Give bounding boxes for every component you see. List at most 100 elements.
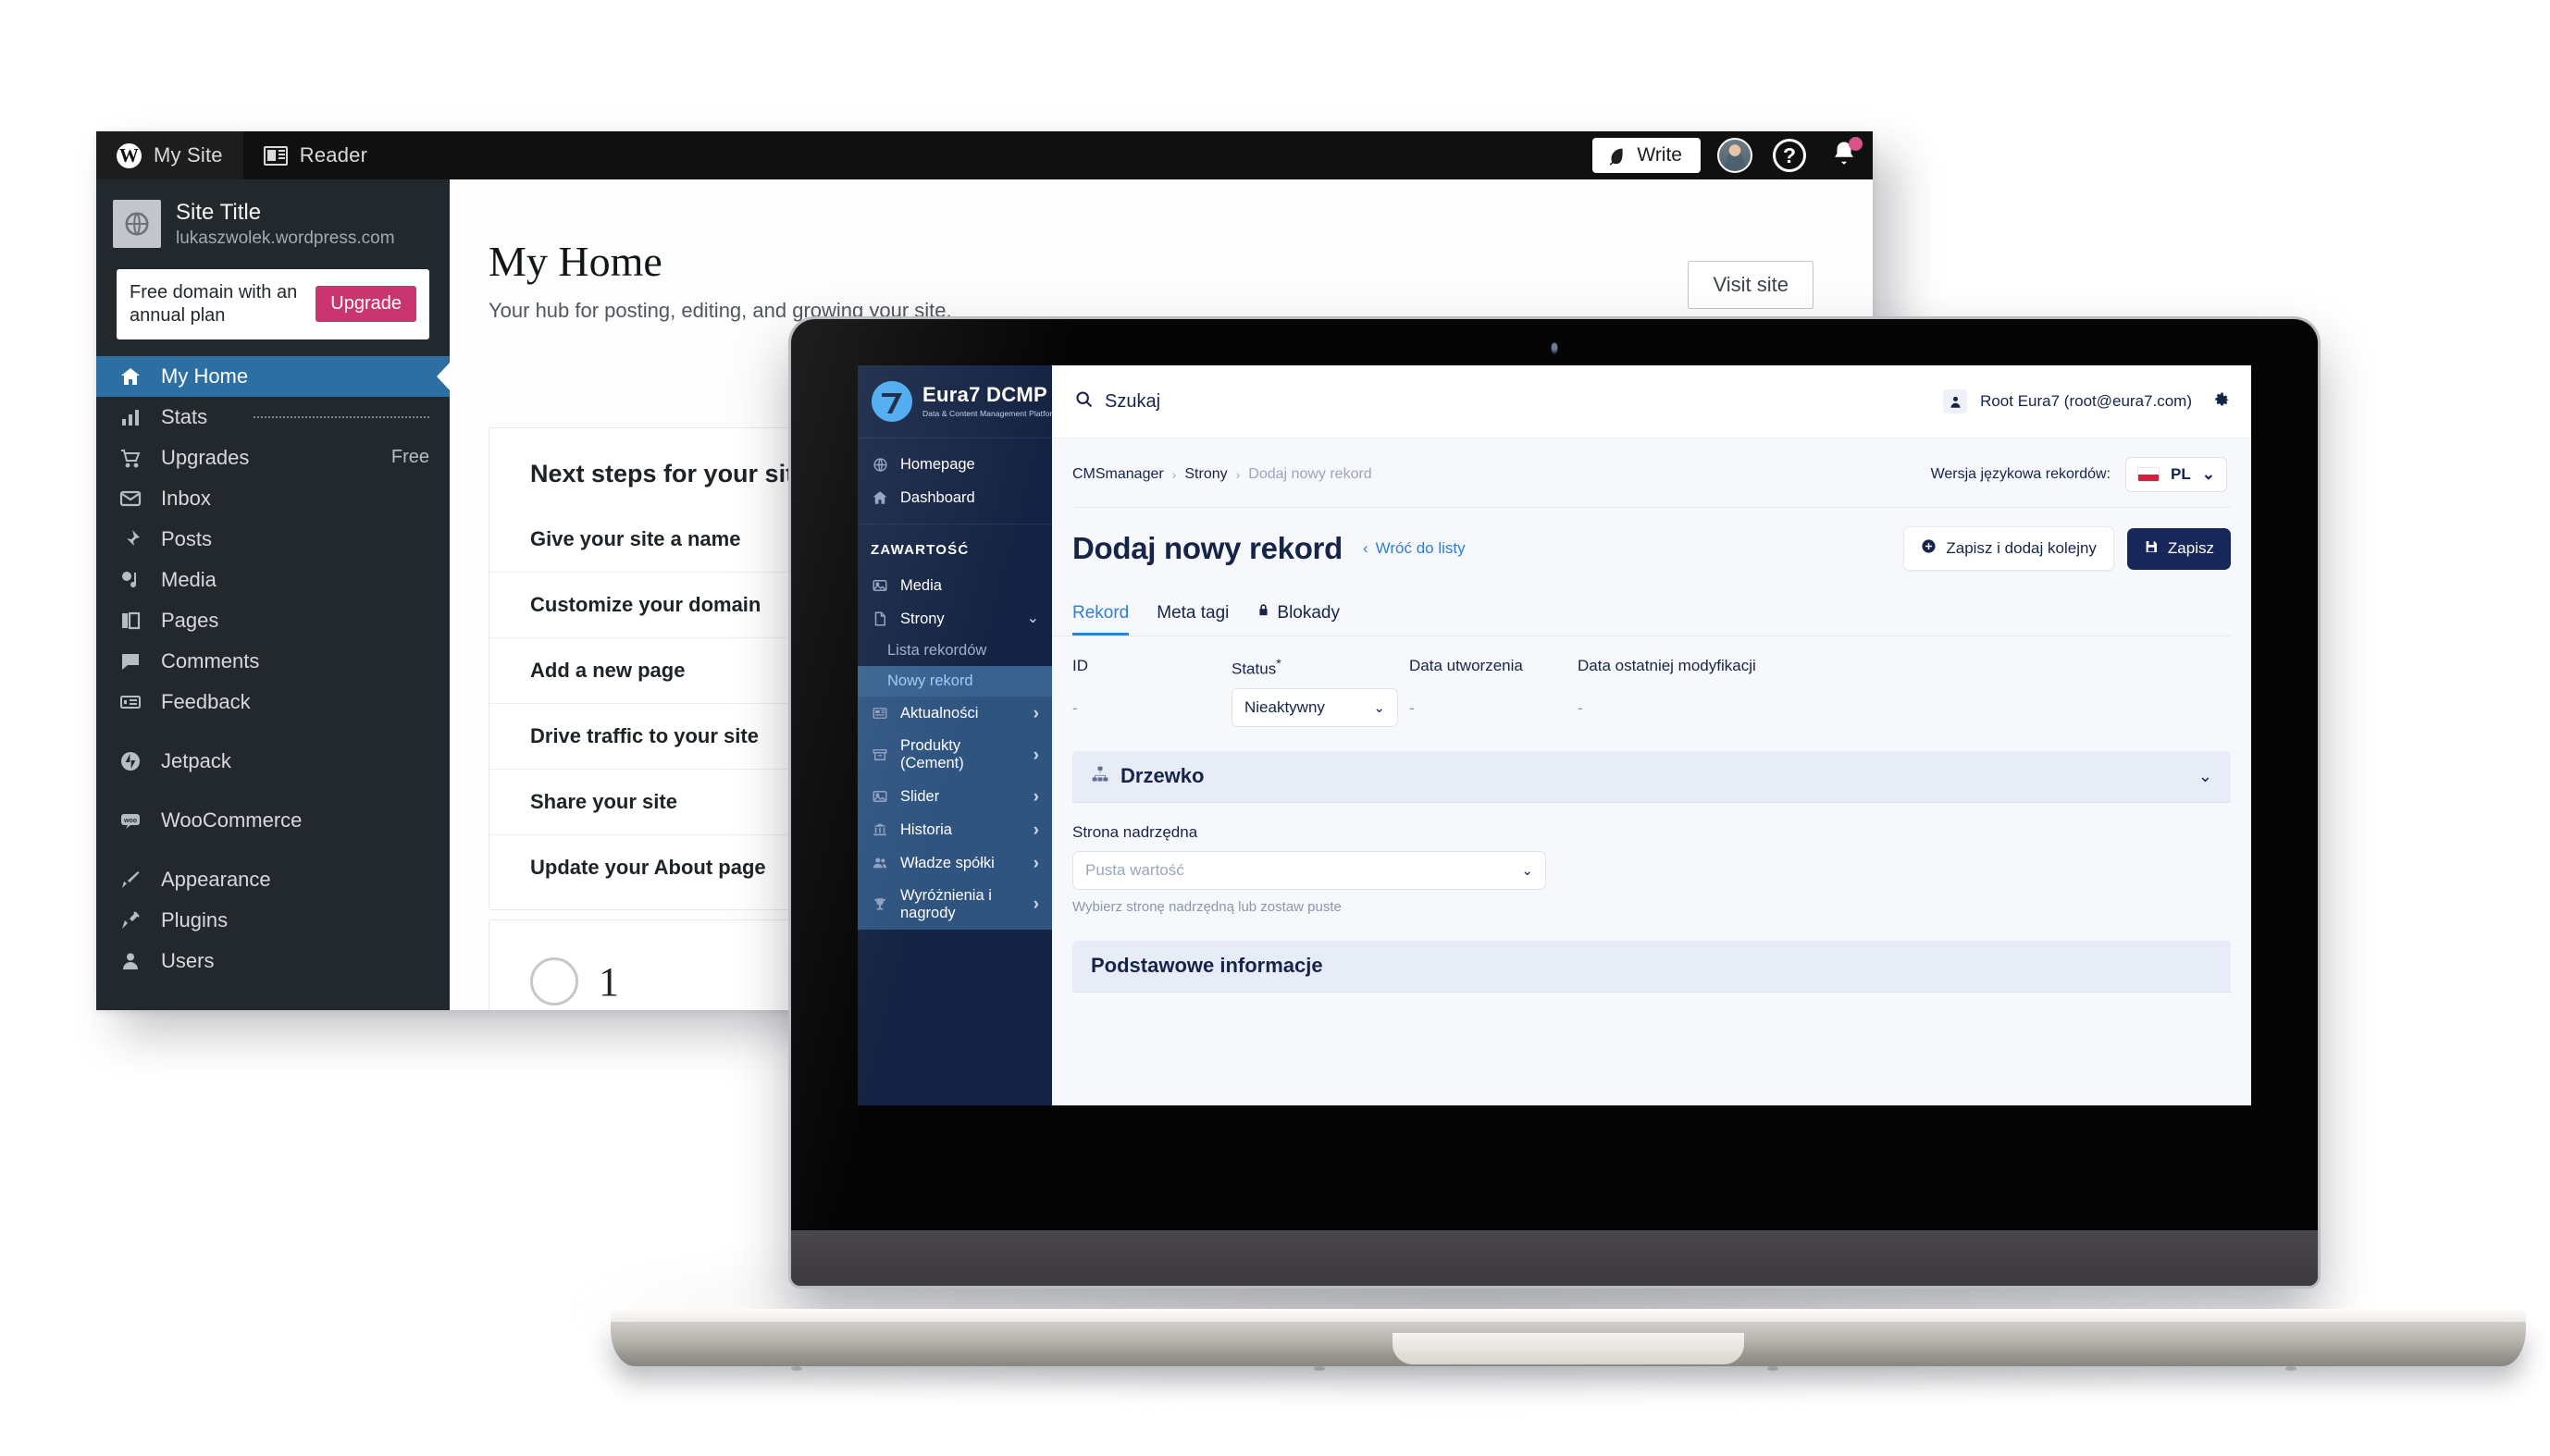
parent-page-label: Strona nadrzędna <box>1072 822 1198 841</box>
basic-info-panel-header[interactable]: Podstawowe informacje <box>1072 940 2231 993</box>
masthead-reader-label: Reader <box>299 143 368 167</box>
sidebar-item-label: WooCommerce <box>161 808 303 832</box>
avatar[interactable] <box>1717 138 1752 173</box>
sidebar-item-my-home[interactable]: My Home <box>96 355 450 397</box>
laptop-base-body <box>611 1322 2526 1371</box>
sidebar-item-woocommerce[interactable]: woo WooCommerce <box>96 800 450 841</box>
sidebar-item-label: Posts <box>161 526 213 550</box>
breadcrumb-item-1[interactable]: Strony <box>1184 466 1227 483</box>
sidebar-item-feedback[interactable]: Feedback <box>96 682 450 722</box>
sidebar-item-upgrades[interactable]: Upgrades Free <box>96 438 450 478</box>
upgrade-button[interactable]: Upgrade <box>316 286 416 323</box>
parent-page-select[interactable]: Pusta wartość ⌄ <box>1072 850 1546 890</box>
pin-icon <box>117 527 144 551</box>
dcmp-sidebar-item-slider[interactable]: Slider › <box>858 780 1052 813</box>
sidebar-item-label: Pages <box>161 608 219 632</box>
chevron-right-icon[interactable]: › <box>1034 747 1039 764</box>
tab-blokady[interactable]: Blokady <box>1256 602 1340 635</box>
header-actions: Zapisz i dodaj kolejny Zapisz <box>1903 526 2231 571</box>
dcmp-sidebar-subitem-nowy-rekord[interactable]: Nowy rekord <box>858 666 1052 697</box>
dcmp-sidebar-item-strony[interactable]: Strony ⌄ <box>858 602 1052 635</box>
wordpress-nav-list: My Home Stats Upgrades Free Inbox Posts Media P… <box>96 355 450 981</box>
dcmp-brand[interactable]: Eura7 DCMP Data & Content Management Pla… <box>858 365 1052 438</box>
envelope-icon <box>117 487 144 511</box>
sidebar-item-inbox[interactable]: Inbox <box>96 478 450 519</box>
user-avatar-icon[interactable] <box>1943 389 1968 413</box>
trophy-icon <box>871 895 889 914</box>
masthead-reader[interactable]: Reader <box>243 131 388 179</box>
back-to-list-link[interactable]: ‹ Wróć do listy <box>1363 539 1466 558</box>
masthead-right-group: Write ? <box>1592 131 1873 179</box>
notifications-bell-icon[interactable] <box>1830 137 1863 171</box>
nav-gap <box>96 841 450 859</box>
chevron-right-icon[interactable]: › <box>1034 788 1039 806</box>
status-select[interactable]: Nieaktywny ⌄ <box>1232 687 1398 727</box>
chevron-right-icon[interactable]: › <box>1034 705 1039 722</box>
dcmp-sidebar-item-label: Wyróżnienia i nagrody <box>900 887 992 921</box>
save-button[interactable]: Zapisz <box>2126 527 2231 570</box>
tab-rekord[interactable]: Rekord <box>1072 602 1129 635</box>
save-and-add-button[interactable]: Zapisz i dodaj kolejny <box>1903 526 2114 571</box>
sidebar-item-stats[interactable]: Stats <box>96 397 450 438</box>
parent-page-value: Pusta wartość <box>1085 860 1184 879</box>
search-input[interactable]: Szukaj <box>1074 389 1160 414</box>
field-created: Data utworzenia - <box>1409 657 1566 727</box>
chevron-right-icon[interactable]: › <box>1034 855 1039 872</box>
sidebar-item-users[interactable]: Users <box>96 941 450 981</box>
sidebar-item-pages[interactable]: Pages <box>96 600 450 641</box>
brand-name: Eura7 DCMP <box>922 383 1048 406</box>
dcmp-primary-links: Homepage Dashboard <box>858 438 1052 514</box>
sidebar-item-label: Users <box>161 948 215 972</box>
visit-site-button[interactable]: Visit site <box>1688 261 1813 309</box>
sidebar-item-posts[interactable]: Posts <box>96 519 450 560</box>
sidebar-item-label: Jetpack <box>161 748 231 772</box>
dcmp-topbar: Szukaj Root Eura7 (root@eura7.com) <box>1052 365 2251 438</box>
site-header[interactable]: Site Title lukaszwolek.wordpress.com <box>96 179 450 264</box>
dcmp-sidebar-item-wyróżnienia-i-nagrody[interactable]: Wyróżnienia i nagrody › <box>858 880 1052 930</box>
sidebar-item-comments[interactable]: Comments <box>96 641 450 682</box>
dcmp-sidebar-item-produkty-cement-[interactable]: Produkty (Cement) › <box>858 730 1052 780</box>
laptop-chin <box>791 1230 2318 1286</box>
language-select-value: PL <box>2171 465 2191 483</box>
chevron-down-icon[interactable]: ⌄ <box>2198 767 2212 786</box>
laptop-screen: Eura7 DCMP Data & Content Management Pla… <box>858 365 2251 1105</box>
chevron-right-icon[interactable]: › <box>1034 821 1039 839</box>
dcmp-sidebar-item-label: Strony <box>900 610 945 627</box>
sidebar-item-appearance[interactable]: Appearance <box>96 859 450 900</box>
dcmp-sidebar-item-władze-spółki[interactable]: Władze spółki › <box>858 846 1052 880</box>
help-icon[interactable]: ? <box>1773 139 1806 172</box>
field-id-value: - <box>1072 699 1078 717</box>
dcmp-sidebar-item-media[interactable]: Media <box>858 569 1052 602</box>
dcmp-sidebar-item-aktualności[interactable]: Aktualności › <box>858 697 1052 730</box>
sidebar-item-label: Stats <box>161 404 208 428</box>
chevron-down-icon[interactable]: ⌄ <box>1027 611 1039 626</box>
dcmp-sidebar: Eura7 DCMP Data & Content Management Pla… <box>858 365 1052 1105</box>
gear-icon[interactable] <box>2212 390 2231 413</box>
dcmp-sidebar-item-label: Media <box>900 576 942 594</box>
laptop-mockup: Eura7 DCMP Data & Content Management Pla… <box>611 319 2526 1371</box>
breadcrumb-item-2: Dodaj nowy rekord <box>1248 466 1372 482</box>
tab-meta-tagi[interactable]: Meta tagi <box>1157 602 1229 635</box>
write-button[interactable]: Write <box>1592 138 1701 173</box>
breadcrumb-item-0[interactable]: CMSmanager <box>1072 466 1164 483</box>
screenshot-root: W My Site Reader Write ? Site Title luka… <box>0 0 2550 1456</box>
stats-icon <box>117 405 144 429</box>
reader-icon <box>263 145 288 166</box>
dcmp-sidebar-subitem-lista-rekordow[interactable]: Lista rekordów <box>858 635 1052 666</box>
dcmp-sidebar-item-label: Władze spółki <box>900 854 995 871</box>
home-icon <box>871 488 889 507</box>
dcmp-sidebar-item-label: Slider <box>900 787 940 805</box>
sidebar-item-media[interactable]: Media <box>96 560 450 600</box>
masthead-my-site[interactable]: W My Site <box>96 131 243 179</box>
search-icon <box>1074 389 1094 414</box>
tree-panel-header[interactable]: Drzewko ⌄ <box>1072 750 2231 803</box>
dcmp-sidebar-item-historia[interactable]: Historia › <box>858 813 1052 846</box>
sidebar-item-jetpack[interactable]: Jetpack <box>96 741 450 782</box>
svg-text:woo: woo <box>123 818 137 824</box>
sidebar-item-homepage[interactable]: Homepage <box>858 448 1052 481</box>
language-select[interactable]: PL ⌄ <box>2125 457 2227 492</box>
chevron-right-icon[interactable]: › <box>1034 895 1039 913</box>
sidebar-item-dashboard[interactable]: Dashboard <box>858 481 1052 514</box>
people-icon <box>871 854 889 872</box>
sidebar-item-plugins[interactable]: Plugins <box>96 900 450 941</box>
